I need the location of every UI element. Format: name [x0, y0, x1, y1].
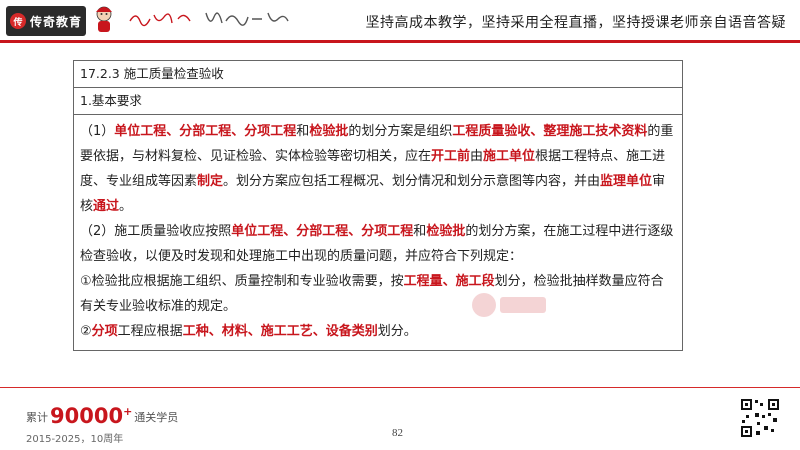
footer-years: 2015-2025，10周年: [26, 434, 124, 445]
body-text: 由: [470, 149, 484, 164]
highlight-text: 分项: [91, 324, 118, 339]
footer-divider: [0, 387, 800, 388]
highlight-text: 单位工程、分部工程、分项工程: [231, 224, 414, 239]
body-text: 。: [119, 199, 133, 214]
logo-mark-icon: 传: [9, 13, 26, 29]
watermark-logo-icon: [472, 293, 546, 317]
body-text: 工程应根据: [117, 324, 183, 339]
content-table: 17.2.3 施工质量检查验收 1.基本要求 （1）单位工程、分部工程、分项工程…: [73, 60, 683, 351]
body-text: 和: [413, 224, 427, 239]
page-number: 82: [392, 427, 403, 439]
highlight-text: 工程质量验收、整理施工技术资料: [452, 124, 648, 139]
body-text: 。划分方案应包括工程概况、划分情况和划分示意图等内容，并由: [223, 174, 601, 189]
body-text: （1）: [80, 124, 115, 139]
footer-plus: +: [123, 405, 133, 418]
footer-stats: 累计 90000 + 通关学员: [26, 405, 178, 427]
footer-prefix: 累计: [26, 411, 48, 424]
body-text: ②: [80, 324, 92, 339]
brand-logo: 传 传奇教育: [6, 6, 86, 36]
section-title: 17.2.3 施工质量检查验收: [74, 61, 682, 88]
header-divider: [0, 40, 800, 43]
qr-code-icon[interactable]: [740, 398, 780, 438]
highlight-text: 通过: [93, 199, 120, 214]
logo-text: 传奇教育: [29, 14, 82, 29]
footer-suffix: 通关学员: [134, 411, 179, 424]
highlight-text: 监理单位: [600, 174, 653, 189]
paragraph: ①检验批应根据施工组织、质量控制和专业验收需要，按工程量、施工段划分，检验批抽样…: [80, 269, 676, 319]
body-text: 划分。: [377, 324, 417, 339]
body-text: 和: [296, 124, 310, 139]
section-body: （1）单位工程、分部工程、分项工程和检验批的划分方案是组织工程质量验收、整理施工…: [74, 115, 682, 350]
section-subtitle: 1.基本要求: [74, 88, 682, 115]
body-text: ①检验批应根据施工组织、质量控制和专业验收需要，按: [80, 274, 404, 289]
footer-number: 90000: [50, 404, 124, 428]
paragraph: （1）单位工程、分部工程、分项工程和检验批的划分方案是组织工程质量验收、整理施工…: [80, 119, 676, 219]
body-text: （2）施工质量验收应按照: [80, 224, 232, 239]
paragraph: （2）施工质量验收应按照单位工程、分部工程、分项工程和检验批的划分方案，在施工过…: [80, 219, 676, 269]
mascot-icon: [96, 6, 112, 32]
header-slogan: 坚持高成本教学，坚持采用全程直播，坚持授课老师亲自语音答疑: [365, 15, 786, 31]
highlight-text: 开工前: [431, 149, 471, 164]
highlight-text: 施工单位: [483, 149, 536, 164]
highlight-text: 检验批: [309, 124, 349, 139]
highlight-text: 工种、材料、施工工艺、设备类别: [182, 324, 378, 339]
highlight-text: 制定: [197, 174, 224, 189]
highlight-text: 检验批: [426, 224, 466, 239]
paragraph: ②分项工程应根据工种、材料、施工工艺、设备类别划分。: [80, 319, 676, 344]
body-text: 的划分方案是组织: [348, 124, 453, 139]
handwritten-slogan-icon: [129, 12, 289, 27]
highlight-text: 单位工程、分部工程、分项工程: [114, 124, 297, 139]
